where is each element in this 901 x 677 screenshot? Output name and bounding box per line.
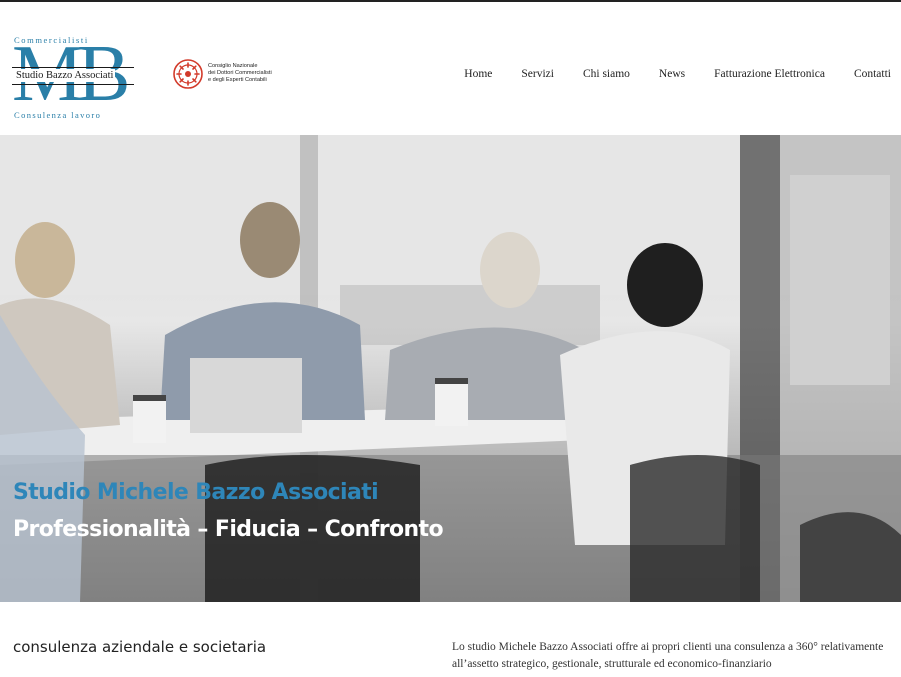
cndcec-seal-icon [173, 59, 203, 89]
cndcec-logo[interactable]: Consiglio Nazionale dei Dottori Commerci… [172, 58, 292, 92]
nav-news[interactable]: News [659, 68, 685, 80]
nav-chi-siamo[interactable]: Chi siamo [583, 68, 630, 80]
cndcec-text: Consiglio Nazionale dei Dottori Commerci… [208, 63, 272, 85]
nav-fatturazione-elettronica[interactable]: Fatturazione Elettronica [714, 68, 825, 80]
intro-paragraph: Lo studio Michele Bazzo Associati offre … [452, 641, 884, 670]
main-nav: Home Servizi Chi siamo News Fatturazione… [435, 68, 891, 80]
logo-divider-bottom [12, 84, 134, 85]
cndcec-line-1: Consiglio Nazionale [208, 63, 258, 69]
hero-title: Studio Michele Bazzo Associati [13, 480, 379, 505]
section-heading: consulenza aziendale e societaria [13, 638, 267, 656]
hero-banner: Studio Michele Bazzo Associati Professio… [0, 135, 901, 602]
nav-contatti[interactable]: Contatti [854, 68, 891, 80]
cndcec-line-2: dei Dottori Commercialisti [208, 70, 272, 77]
logo-divider-top [12, 67, 134, 68]
cndcec-line-3: e degli Esperti Contabili [208, 77, 267, 84]
logo-name: Studio Bazzo Associati [14, 69, 116, 82]
nav-home[interactable]: Home [464, 68, 492, 80]
nav-servizi[interactable]: Servizi [521, 68, 554, 80]
hero-subtitle: Professionalità – Fiducia – Confronto [13, 517, 444, 542]
site-logo[interactable]: Commercialisti MB Studio Bazzo Associati… [12, 34, 134, 121]
logo-bottom-text: Consulenza lavoro [14, 110, 102, 120]
site-header: Commercialisti MB Studio Bazzo Associati… [0, 2, 901, 135]
